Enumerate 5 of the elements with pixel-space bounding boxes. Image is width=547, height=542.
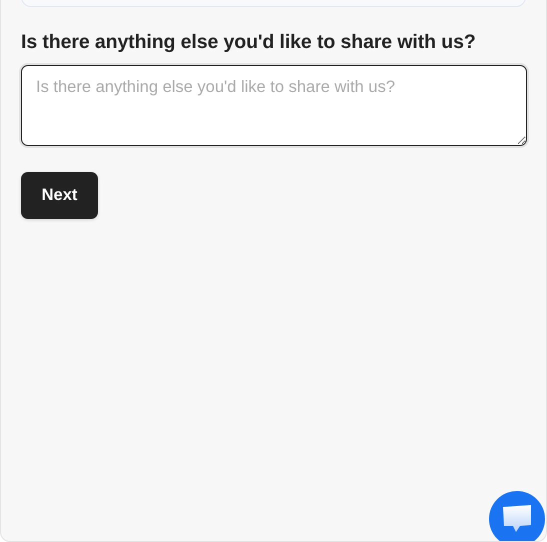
chat-bubble-icon [501,504,533,534]
question-label: Is there anything else you'd like to share with us? [21,31,477,54]
chat-button[interactable] [489,491,545,541]
answer-box[interactable]: Is there anything else you'd like to share with us? [21,65,527,146]
next-button[interactable]: Next [21,172,98,219]
